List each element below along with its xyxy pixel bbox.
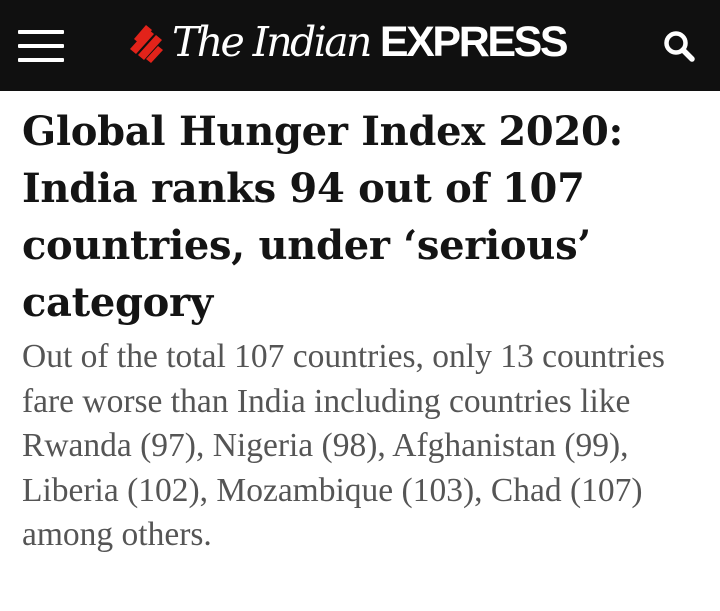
site-header: The Indian EXPRESS (0, 0, 720, 91)
logo-text-sans: EXPRESS (379, 17, 569, 66)
article-summary: Out of the total 107 countries, only 13 … (22, 338, 665, 553)
logo-mark-icon (130, 25, 163, 63)
hamburger-menu-icon[interactable] (18, 26, 64, 66)
article-headline[interactable]: Global Hunger Index 2020: India ranks 94… (22, 103, 702, 331)
search-icon[interactable] (660, 26, 700, 66)
site-logo[interactable]: The Indian EXPRESS (128, 10, 569, 74)
logo-text-serif: The Indian (172, 17, 372, 66)
